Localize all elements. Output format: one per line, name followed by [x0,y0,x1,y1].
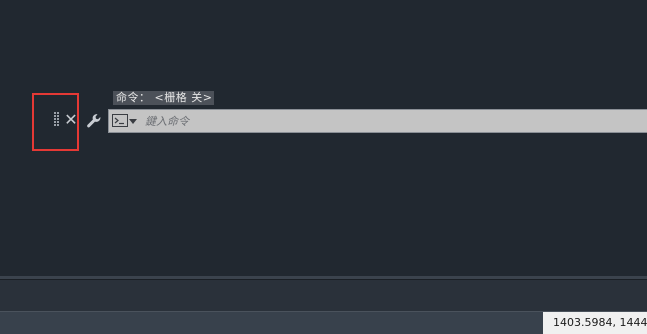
layout-tabs-panel [0,279,647,312]
highlight-annotation [32,93,79,151]
status-bar: 1403.5984, 1444. [0,311,647,334]
coordinate-readout[interactable]: 1403.5984, 1444. [543,312,647,334]
chevron-down-icon[interactable] [129,119,137,124]
command-input[interactable] [145,112,615,130]
command-line-bar: ✕ [50,108,647,134]
wrench-icon[interactable] [85,112,103,130]
command-input-box[interactable] [108,109,647,133]
command-prompt-icon[interactable] [112,114,128,127]
command-history-line: 命令： <栅格 关> [113,91,215,105]
drawing-canvas[interactable] [0,0,647,276]
